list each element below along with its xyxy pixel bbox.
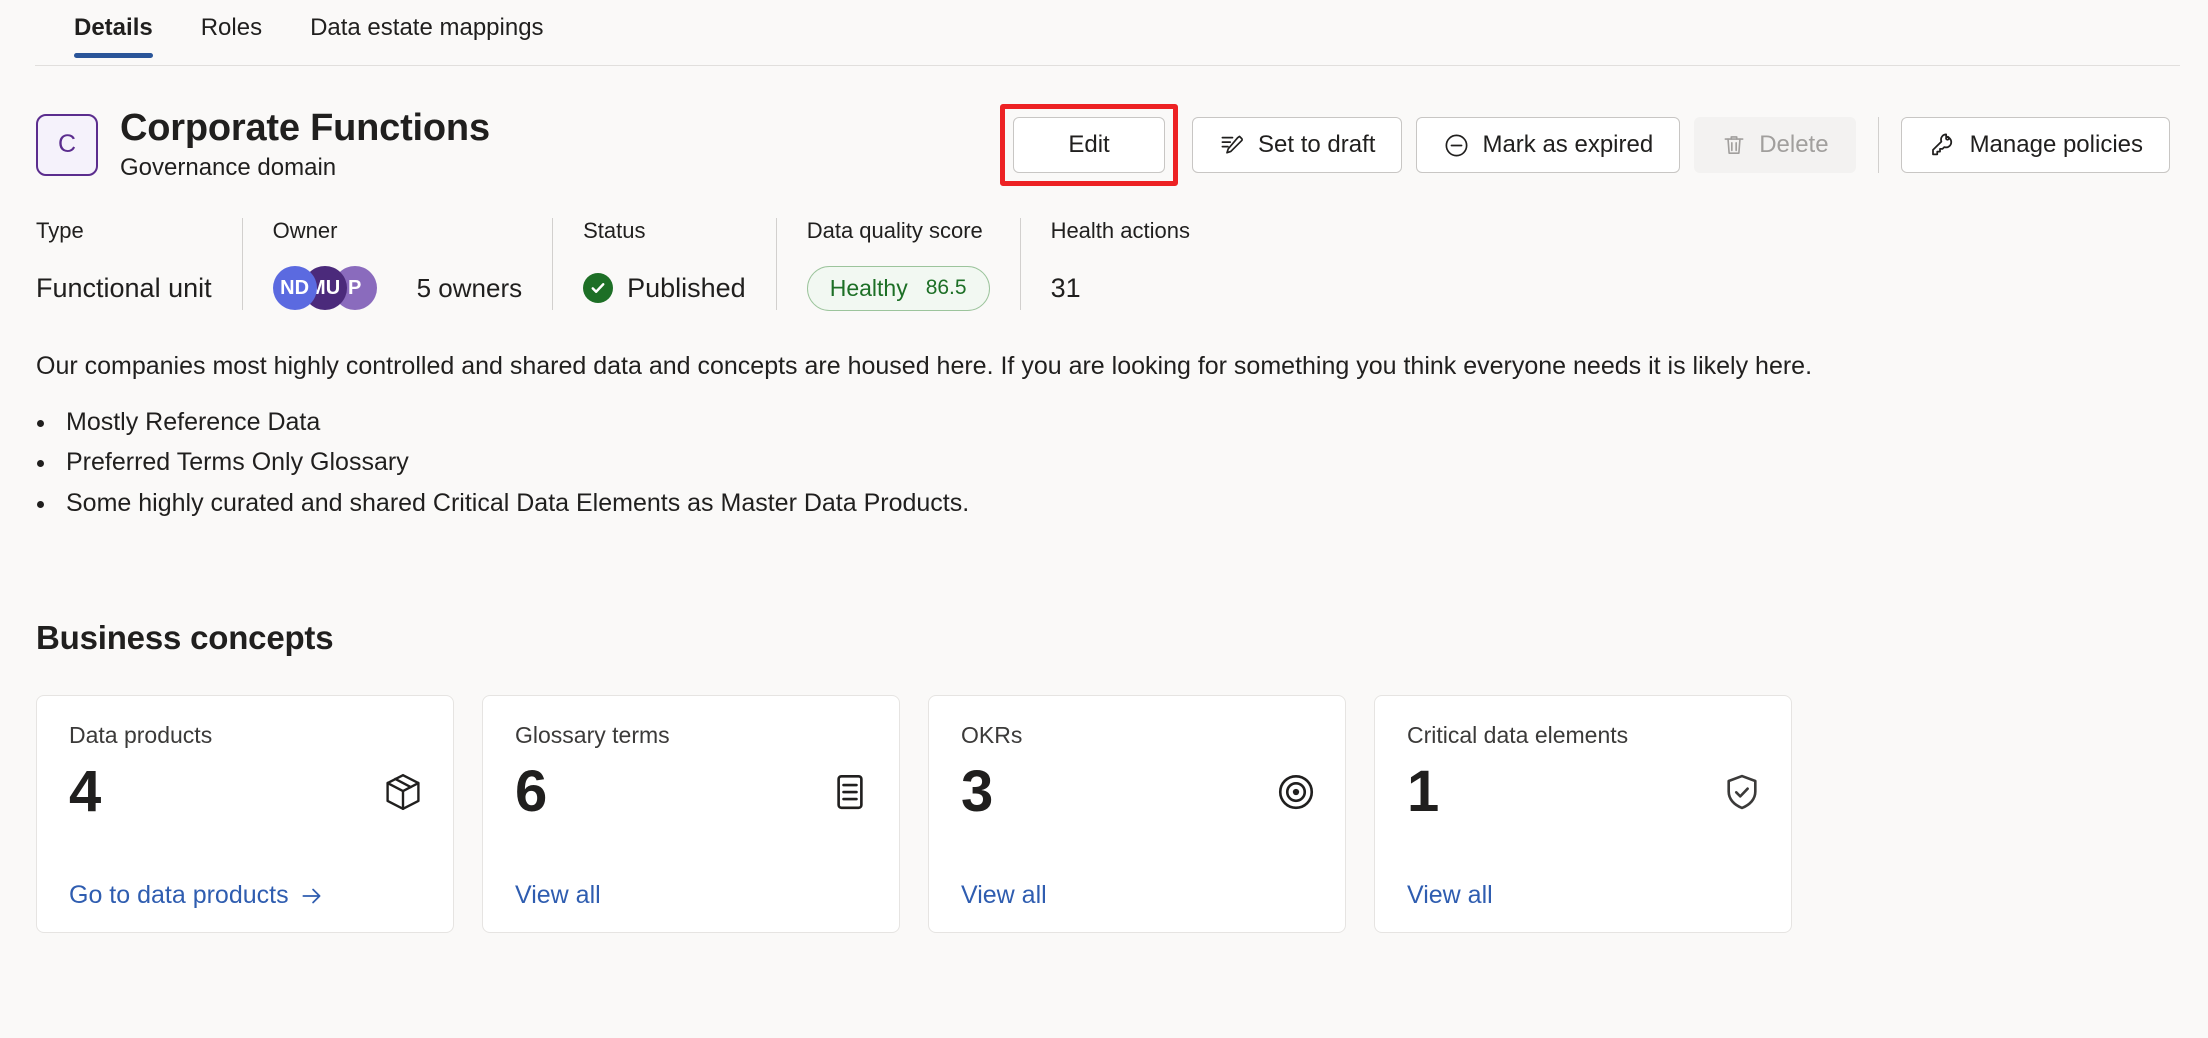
edit-button[interactable]: Edit (1013, 117, 1166, 173)
page-subtitle: Governance domain (120, 153, 337, 181)
tab-bar: Details Roles Data estate mappings (0, 0, 2208, 66)
card-count: 6 (515, 759, 548, 825)
meta-health-actions-label: Health actions (1050, 218, 1190, 243)
target-icon (1278, 775, 1314, 810)
description-bullet-list: Mostly Reference Data Preferred Terms On… (58, 402, 2208, 524)
delete-label: Delete (1759, 131, 1829, 158)
card-count: 1 (1407, 759, 1440, 825)
meta-data-quality-label: Data quality score (806, 218, 983, 243)
set-to-draft-button[interactable]: Set to draft (1192, 117, 1403, 173)
meta-owner: Owner ND MU P 5 owners (241, 218, 553, 310)
card-data-products[interactable]: Data products 4 Go to data products (36, 695, 454, 934)
card-title: Critical data elements (1407, 722, 1629, 749)
meta-owner-value: ND MU P 5 owners (272, 266, 523, 310)
meta-data-quality-value: Healthy 86.5 (806, 265, 990, 311)
card-count: 3 (961, 759, 994, 825)
avatar[interactable]: ND (272, 266, 317, 310)
owners-count: 5 owners (416, 272, 523, 303)
card-middle: 6 (515, 763, 871, 821)
delete-button[interactable]: Delete (1694, 117, 1856, 173)
arrow-right-icon (302, 888, 321, 904)
set-to-draft-label: Set to draft (1258, 131, 1376, 158)
card-critical-data-elements[interactable]: Critical data elements 1 View all (1374, 695, 1792, 934)
toolbar-divider (1877, 117, 1879, 173)
card-link-view-all-critical-data-elements[interactable]: View all (1407, 881, 1763, 910)
mark-as-expired-label: Mark as expired (1482, 131, 1654, 158)
key-icon (1931, 133, 1952, 156)
tab-data-estate-mappings-label: Data estate mappings (310, 14, 544, 41)
card-link-label: View all (1407, 881, 1493, 910)
business-concepts-title: Business concepts (36, 619, 334, 657)
edit-button-highlight: Edit (1000, 104, 1179, 186)
card-title: Data products (69, 722, 213, 749)
card-count: 4 (69, 759, 102, 825)
title-text: Corporate Functions Governance domain (120, 107, 490, 183)
metadata-row: Type Functional unit Owner ND MU P 5 own… (36, 218, 2208, 311)
tab-roles-label: Roles (200, 14, 263, 41)
card-link-label: View all (961, 881, 1047, 910)
card-link-go-to-data-products[interactable]: Go to data products (69, 881, 425, 910)
data-quality-score: 86.5 (925, 276, 967, 299)
meta-health-actions: Health actions 31 (1019, 218, 1220, 310)
description-paragraph: Our companies most highly controlled and… (36, 352, 1813, 380)
card-glossary-terms[interactable]: Glossary terms 6 View all (482, 695, 900, 934)
circle-minus-icon (1445, 134, 1468, 156)
meta-data-quality: Data quality score Healthy 86.5 (775, 218, 1020, 311)
manage-policies-label: Manage policies (1969, 131, 2143, 158)
mark-as-expired-button[interactable]: Mark as expired (1416, 117, 1681, 173)
trash-icon (1724, 136, 1744, 154)
tab-data-estate-mappings[interactable]: Data estate mappings (286, 0, 567, 58)
check-circle-icon (583, 273, 614, 303)
edit-pencil-icon (1221, 135, 1243, 154)
document-list-icon (837, 775, 863, 810)
card-link-view-all-glossary-terms[interactable]: View all (515, 881, 871, 910)
tab-details[interactable]: Details (50, 0, 177, 58)
business-concepts-cards: Data products 4 Go to data products Glos… (36, 695, 2208, 934)
card-middle: 3 (961, 763, 1317, 821)
domain-avatar: C (36, 113, 98, 176)
card-link-label: Go to data products (69, 881, 289, 910)
card-link-label: View all (515, 881, 601, 910)
title-block: C Corporate Functions Governance domain (36, 107, 490, 183)
meta-type: Type Functional unit (36, 218, 242, 310)
edit-button-label: Edit (1068, 131, 1110, 158)
meta-health-actions-value: 31 (1050, 272, 1081, 303)
tab-roles[interactable]: Roles (177, 0, 286, 58)
list-item: Preferred Terms Only Glossary (58, 442, 2208, 483)
data-quality-state: Healthy (829, 274, 908, 301)
meta-owner-label: Owner (272, 218, 338, 243)
tab-details-label: Details (74, 14, 153, 41)
meta-type-value: Functional unit (36, 272, 212, 303)
card-okrs[interactable]: OKRs 3 View all (928, 695, 1346, 934)
avatar-initials: ND (280, 276, 310, 299)
page-title: Corporate Functions (120, 107, 490, 150)
shield-check-icon (1727, 775, 1757, 810)
meta-status-value: Published (583, 266, 746, 310)
domain-avatar-letter: C (57, 130, 77, 159)
card-link-view-all-okrs[interactable]: View all (961, 881, 1317, 910)
data-quality-badge[interactable]: Healthy 86.5 (806, 265, 990, 311)
card-title: Glossary terms (515, 722, 670, 749)
card-title: OKRs (961, 722, 1023, 749)
list-item: Mostly Reference Data (58, 402, 2208, 443)
meta-status: Status Published (552, 218, 776, 310)
list-item: Some highly curated and shared Critical … (58, 483, 2208, 524)
owner-avatar-group[interactable]: ND MU P (272, 266, 377, 310)
status-text: Published (627, 272, 746, 303)
manage-policies-button[interactable]: Manage policies (1900, 117, 2170, 173)
meta-status-label: Status (583, 218, 646, 243)
box-icon (386, 774, 420, 811)
meta-type-label: Type (36, 218, 84, 243)
action-toolbar: Edit Set to draft Mark as expired Delete… (1000, 104, 2170, 186)
avatar-initials: P (347, 276, 362, 299)
card-middle: 1 (1407, 763, 1763, 821)
page-header: C Corporate Functions Governance domain … (0, 66, 2208, 186)
card-middle: 4 (69, 763, 425, 821)
